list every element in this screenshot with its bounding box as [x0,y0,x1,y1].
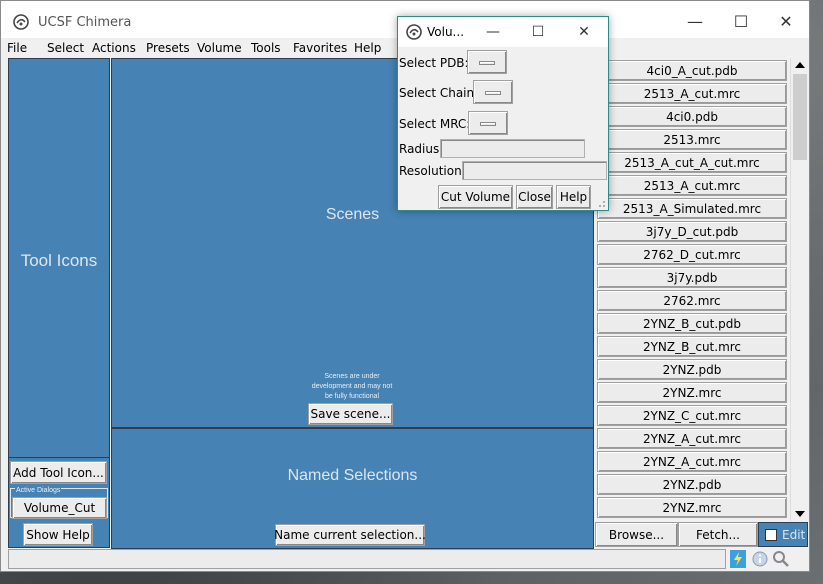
file-list-item[interactable]: 2YNZ_A_cut.mrc [597,428,787,449]
named-selections-label: Named Selections [287,467,418,484]
file-list-item[interactable]: 2513.mrc [597,129,787,150]
add-tool-icon-button[interactable]: Add Tool Icon... [10,461,107,484]
file-list-item[interactable]: 2YNZ.pdb [597,359,787,380]
file-list-item[interactable]: 2762.mrc [597,290,787,311]
cut-volume-button[interactable]: Cut Volume [438,185,513,209]
dialog-minimize-button[interactable]: — [471,17,515,47]
active-dialogs-label: Active Dialogs [15,487,62,494]
tool-icons-panel: Tool Icons [8,58,110,458]
menu-indicator-icon [485,91,501,95]
save-scene-button[interactable]: Save scene... [308,403,393,425]
file-list-item[interactable]: 3j7y.pdb [597,267,787,288]
select-mrc-label: Select MRC: [399,117,471,131]
info-icon[interactable] [752,551,768,567]
dialog-title-bar: Volu... — ☐ ✕ [398,17,608,47]
chimera-logo-icon [406,24,422,40]
chimera-logo-icon [13,14,29,30]
file-list-scrollbar[interactable] [790,58,808,521]
radius-input[interactable] [440,139,585,158]
close-button[interactable]: ✕ [763,1,809,41]
minimize-button[interactable]: — [672,1,718,41]
fetch-button[interactable]: Fetch... [678,522,758,547]
resolution-label: Resolution: [399,164,466,178]
menu-indicator-icon [479,61,495,65]
menu-favorites[interactable]: Favorites [293,41,347,55]
resize-grip-icon[interactable] [596,198,606,208]
file-list-item[interactable]: 2513_A_cut.mrc [597,175,787,196]
file-list-item[interactable]: 2YNZ.pdb [597,474,787,495]
resolution-input[interactable] [462,161,607,180]
dialog-maximize-button[interactable]: ☐ [516,17,560,47]
volume-cut-dialog: Volu... — ☐ ✕ Select PDB: Select Chain: … [397,16,609,211]
scrollbar-thumb[interactable] [793,74,807,160]
select-chain-menu[interactable] [473,80,513,104]
scroll-down-arrow-icon[interactable] [795,511,805,517]
file-list-item[interactable]: 2YNZ.mrc [597,497,787,518]
file-list-item[interactable]: 2YNZ_C_cut.mrc [597,405,787,426]
file-list-item[interactable]: 2YNZ_B_cut.mrc [597,336,787,357]
name-current-selection-button[interactable]: Name current selection... [274,524,426,546]
menu-help[interactable]: Help [354,41,381,55]
select-pdb-label: Select PDB: [399,56,469,70]
scroll-up-arrow-icon[interactable] [795,62,805,68]
dialog-help-button[interactable]: Help [556,185,591,209]
model-file-list: 4ci0_A_cut.pdb 2513_A_cut.mrc 4ci0.pdb 2… [595,58,790,521]
dialog-title: Volu... [427,25,465,39]
show-help-button[interactable]: Show Help [23,523,93,546]
browse-button[interactable]: Browse... [595,522,678,547]
scenes-note: Scenes are under development and may not… [311,373,393,400]
menu-indicator-icon [480,122,496,126]
dialog-close-button[interactable]: ✕ [562,17,606,47]
edit-checkbox[interactable] [765,529,777,541]
file-list-item[interactable]: 3j7y_D_cut.pdb [597,221,787,242]
file-list-item[interactable]: 2513_A_cut.mrc [597,83,787,104]
radius-label: Radius: [399,142,444,156]
magnifier-icon[interactable] [772,550,790,568]
menu-volume[interactable]: Volume [197,41,242,55]
dialog-close-action-button[interactable]: Close [516,185,553,209]
edit-label: Edit [782,528,806,542]
status-icons [728,549,808,569]
tool-icons-label: Tool Icons [20,251,98,270]
menu-file[interactable]: File [7,41,27,55]
active-dialog-volume-cut-button[interactable]: Volume_Cut [12,497,107,519]
file-list-item[interactable]: 2YNZ.mrc [597,382,787,403]
select-mrc-menu[interactable] [468,111,508,135]
file-list-item[interactable]: 2513_A_Simulated.mrc [597,198,787,219]
file-list-item[interactable]: 2762_D_cut.mrc [597,244,787,265]
select-chain-label: Select Chain: [399,86,479,100]
file-list-item[interactable]: 4ci0.pdb [597,106,787,127]
edit-toggle[interactable]: Edit [758,522,808,547]
lightning-icon[interactable] [730,550,746,568]
file-list-item[interactable]: 2YNZ_B_cut.pdb [597,313,787,334]
menu-tools[interactable]: Tools [251,41,281,55]
window-title: UCSF Chimera [38,15,132,30]
select-pdb-menu[interactable] [467,50,507,74]
status-bar [8,549,726,569]
maximize-button[interactable]: ☐ [718,1,764,41]
menu-actions[interactable]: Actions [92,41,136,55]
file-list-item[interactable]: 2513_A_cut_A_cut.mrc [597,152,787,173]
menu-select[interactable]: Select [47,41,84,55]
file-list-item[interactable]: 2YNZ_A_cut.mrc [597,451,787,472]
menu-presets[interactable]: Presets [146,41,190,55]
file-list-item[interactable]: 4ci0_A_cut.pdb [597,60,787,81]
